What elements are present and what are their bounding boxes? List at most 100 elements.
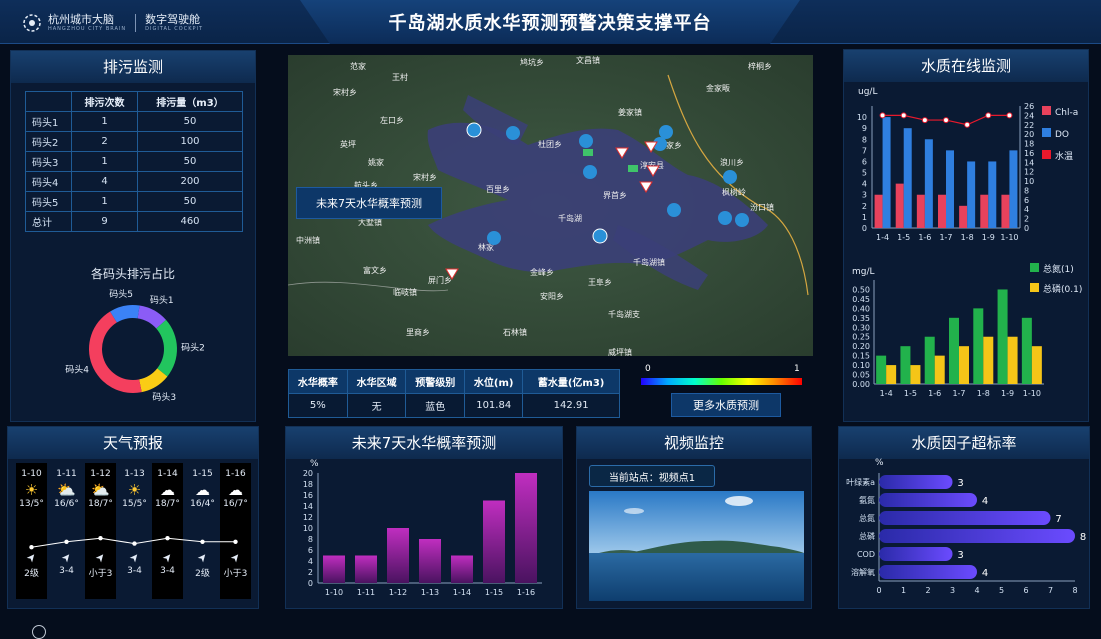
donut-label: 码头5 xyxy=(109,289,133,300)
temp-trend-point xyxy=(29,545,34,550)
exceed-bar xyxy=(879,475,953,489)
water-quality-panel: 水质在线监测 ug/L 0 1 2 3 4 5 6 7 8 9 10 0 2 4 6 8 10 12 14 16 18 2… xyxy=(843,49,1089,422)
weather-temp: 16/7° xyxy=(223,499,248,509)
chla-bar xyxy=(980,194,989,228)
y-tick-label: 1 xyxy=(862,213,867,222)
partly-cloudy-icon: ⛅ xyxy=(57,481,76,499)
legend-top: Chl-a DO 水温 xyxy=(1042,102,1078,168)
map-place-label: 安阳乡 xyxy=(540,291,564,301)
map-place-label: 王阜乡 xyxy=(588,277,612,287)
y-tick-label: 叶绿素a xyxy=(846,477,875,487)
video-feed[interactable] xyxy=(589,491,804,601)
x-tick-label: 2 xyxy=(925,586,930,595)
legend-label-chla: Chl-a xyxy=(1055,108,1079,118)
forecast-bar xyxy=(387,528,409,583)
ship-marker-icon[interactable] xyxy=(583,149,593,156)
chla-bar xyxy=(1001,194,1010,228)
ship-marker-icon[interactable] xyxy=(628,165,638,172)
temp-point xyxy=(1006,112,1013,119)
x-tick-label: 1-10 xyxy=(1023,389,1041,398)
tn-bar xyxy=(973,308,984,384)
lake-map[interactable]: 范家王村宋村乡左口乡英坪姚家航头乡宋村乡杜团乡千岛湖界首乡百里乡金峰乡姜家镇淳安… xyxy=(288,55,813,356)
chla-bar xyxy=(895,183,904,228)
rain-icon: ☁ xyxy=(228,481,243,499)
y2-tick-label: 8 xyxy=(1024,186,1029,195)
legend-item: DO xyxy=(1042,124,1078,146)
forecast-bar xyxy=(419,539,441,583)
y2-tick-label: 6 xyxy=(1024,196,1029,205)
y-tick-label: 9 xyxy=(862,124,867,133)
monitor-point[interactable] xyxy=(667,203,681,217)
forecast-7day-button[interactable]: 未来7天水华概率预测 xyxy=(296,187,442,219)
row-count: 2 xyxy=(71,131,138,152)
row-volume: 460 xyxy=(137,211,243,232)
donut-slice xyxy=(156,319,178,377)
y-tick-label: 0.15 xyxy=(852,352,870,361)
table-row: 码头2 2 100 xyxy=(25,131,243,152)
bloom-level-value: 蓝色 xyxy=(405,393,466,418)
footer-search-icon[interactable] xyxy=(32,625,46,639)
more-water-quality-button[interactable]: 更多水质预测 xyxy=(671,393,781,417)
bloom-forecast-title: 未来7天水华概率预测 xyxy=(286,427,562,459)
monitor-point[interactable] xyxy=(579,134,593,148)
monitor-cluster[interactable] xyxy=(466,122,482,138)
legend-swatch xyxy=(1042,150,1051,159)
monitor-point[interactable] xyxy=(735,213,749,227)
y-tick-label: 10 xyxy=(303,524,313,533)
temp-point xyxy=(921,117,928,124)
weather-date: 1-11 xyxy=(56,469,77,479)
x-tick-label: 6 xyxy=(1023,586,1028,595)
weather-date: 1-10 xyxy=(21,469,42,479)
page-title: 千岛湖水质水华预测预警决策支撑平台 xyxy=(388,13,712,34)
x-tick-label: 1-4 xyxy=(880,389,893,398)
temp-point xyxy=(900,112,907,119)
weather-temp-line xyxy=(29,536,238,550)
table-row: 码头3 1 50 xyxy=(25,151,243,172)
x-tick-label: 3 xyxy=(950,586,955,595)
y-tick-label: 4 xyxy=(308,557,313,566)
probability-gradient-scale xyxy=(641,378,802,385)
weather-date: 1-15 xyxy=(192,469,213,479)
map-place-label: 石林镇 xyxy=(503,327,527,337)
x-tick-label: 1-6 xyxy=(918,233,931,242)
y2-tick-label: 22 xyxy=(1024,121,1034,130)
map-place-label: 左口乡 xyxy=(380,115,404,125)
legend-label-tp: 总磷(0.1) xyxy=(1043,285,1083,295)
tn-bar xyxy=(949,317,959,384)
map-place-label: 界首乡 xyxy=(603,190,627,200)
x-tick-label: 1-9 xyxy=(1001,389,1014,398)
chla-bar xyxy=(938,194,946,228)
weather-temp: 16/6° xyxy=(54,499,79,509)
x-tick-label: 1-15 xyxy=(485,588,503,597)
row-name: 码头5 xyxy=(25,191,72,212)
weather-title: 天气预报 xyxy=(8,427,258,459)
y-tick-label: 0.30 xyxy=(852,323,870,332)
bloom-col-area: 水华区域 xyxy=(346,369,407,394)
x-tick-label: 1-5 xyxy=(897,233,910,242)
video-title: 视频监控 xyxy=(577,427,811,459)
map-place-label: 屏门乡 xyxy=(428,275,452,285)
y-tick-label: 20 xyxy=(303,469,313,478)
discharge-panel: 排污监测 排污次数 排污量（m3） 码头1 1 50 码头2 2 100 码头3 1 50 … xyxy=(10,50,256,422)
monitor-point[interactable] xyxy=(718,211,732,225)
video-station-selector[interactable]: 当前站点：视频点1 xyxy=(589,465,715,487)
monitor-point[interactable] xyxy=(506,126,520,140)
monitor-cluster[interactable] xyxy=(592,228,608,244)
y-tick-label: 12 xyxy=(303,513,313,522)
map-place-label: 汾口镇 xyxy=(750,202,774,212)
discharge-table-header: 排污次数 排污量（m3） xyxy=(25,91,243,112)
monitor-point[interactable] xyxy=(487,231,501,245)
y-tick-label: 总磷 xyxy=(859,531,875,541)
monitor-point[interactable] xyxy=(583,165,597,179)
monitor-point[interactable] xyxy=(659,125,673,139)
legend-label-temp: 水温 xyxy=(1055,152,1074,162)
discharge-table: 排污次数 排污量（m3） 码头1 1 50 码头2 2 100 码头3 1 50 码头4 4 2… xyxy=(25,91,243,232)
y-tick-label: 14 xyxy=(303,502,313,511)
forecast-bar xyxy=(483,500,505,583)
row-volume: 50 xyxy=(137,151,243,172)
monitor-point[interactable] xyxy=(723,170,737,184)
table-row: 5% 无 蓝色 101.84 142.91 xyxy=(288,393,620,418)
donut-label: 码头4 xyxy=(65,364,89,375)
x-tick-label: 1-5 xyxy=(904,389,917,398)
y-tick-label: 0.35 xyxy=(852,314,870,323)
